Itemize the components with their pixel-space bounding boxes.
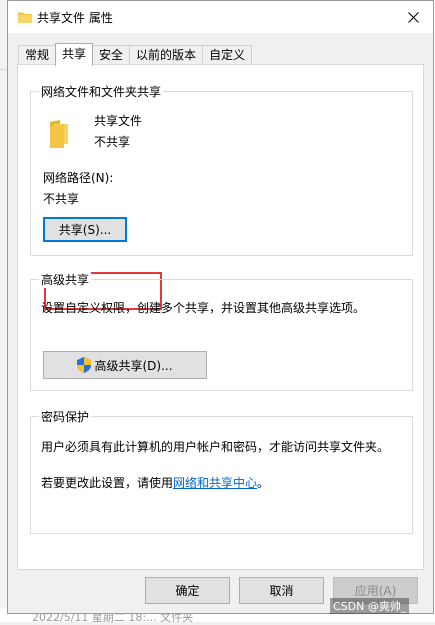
tab-security[interactable]: 安全 xyxy=(92,45,131,65)
share-button[interactable]: 共享(S)... xyxy=(43,217,127,242)
cancel-button[interactable]: 取消 xyxy=(239,577,324,604)
ok-button[interactable]: 确定 xyxy=(145,577,230,604)
password-protection-group-title: 密码保护 xyxy=(39,408,92,425)
network-path-value: 不共享 xyxy=(43,192,80,206)
shared-folder-name: 共享文件 xyxy=(94,114,143,128)
advanced-share-group: 高级共享 设置自定义权限，创建多个共享，并设置其他高级共享选项。 高级共享(D)… xyxy=(30,271,413,391)
shared-folder-status: 不共享 xyxy=(94,135,131,149)
window-title: 共享文件 属性 xyxy=(37,11,113,25)
large-folder-icon xyxy=(50,120,68,148)
tab-sharing[interactable]: 共享 xyxy=(55,43,94,66)
tab-strip: 常规 共享 安全 以前的版本 自定义 xyxy=(18,43,253,66)
uac-shield-icon xyxy=(77,357,92,373)
advanced-share-description: 设置自定义权限，创建多个共享，并设置其他高级共享选项。 xyxy=(41,301,366,315)
network-path-label: 网络路径(N): xyxy=(43,171,114,185)
advanced-share-button[interactable]: 高级共享(D)... xyxy=(43,351,207,379)
network-share-group: 网络文件和文件夹共享 共享文件 不共享 网络路径(N): 不共享 共享(S)..… xyxy=(30,83,413,256)
title-bar[interactable]: 共享文件 属性 xyxy=(8,1,433,33)
folder-icon xyxy=(18,12,32,23)
password-change-prefix: 若要更改此设置，请使用 xyxy=(41,476,174,490)
advanced-share-group-title: 高级共享 xyxy=(39,271,92,288)
network-share-group-title: 网络文件和文件夹共享 xyxy=(39,83,164,100)
network-sharing-center-link[interactable]: 网络和共享中心 xyxy=(173,476,257,490)
close-button[interactable] xyxy=(393,1,433,33)
password-change-suffix: 。 xyxy=(257,476,270,490)
close-icon xyxy=(407,11,419,23)
advanced-share-button-label: 高级共享(D)... xyxy=(94,358,173,373)
password-change-instructions: 若要更改此设置，请使用网络和共享中心。 xyxy=(41,474,269,491)
password-description: 用户必须具有此计算机的用户帐户和密码，才能访问共享文件夹。 xyxy=(41,440,390,454)
tab-customize[interactable]: 自定义 xyxy=(202,45,253,65)
password-protection-group: 密码保护 用户必须具有此计算机的用户帐户和密码，才能访问共享文件夹。 若要更改此… xyxy=(30,408,413,534)
tab-previous-versions[interactable]: 以前的版本 xyxy=(129,45,204,65)
sharing-tab-panel: 网络文件和文件夹共享 共享文件 不共享 网络路径(N): 不共享 共享(S)..… xyxy=(17,64,424,570)
properties-dialog: 共享文件 属性 常规 共享 安全 以前的版本 自定义 网络文件和文件夹共享 共享… xyxy=(7,0,434,614)
tab-general[interactable]: 常规 xyxy=(18,45,57,65)
csdn-watermark: CSDN @爽帅_ xyxy=(330,598,410,614)
